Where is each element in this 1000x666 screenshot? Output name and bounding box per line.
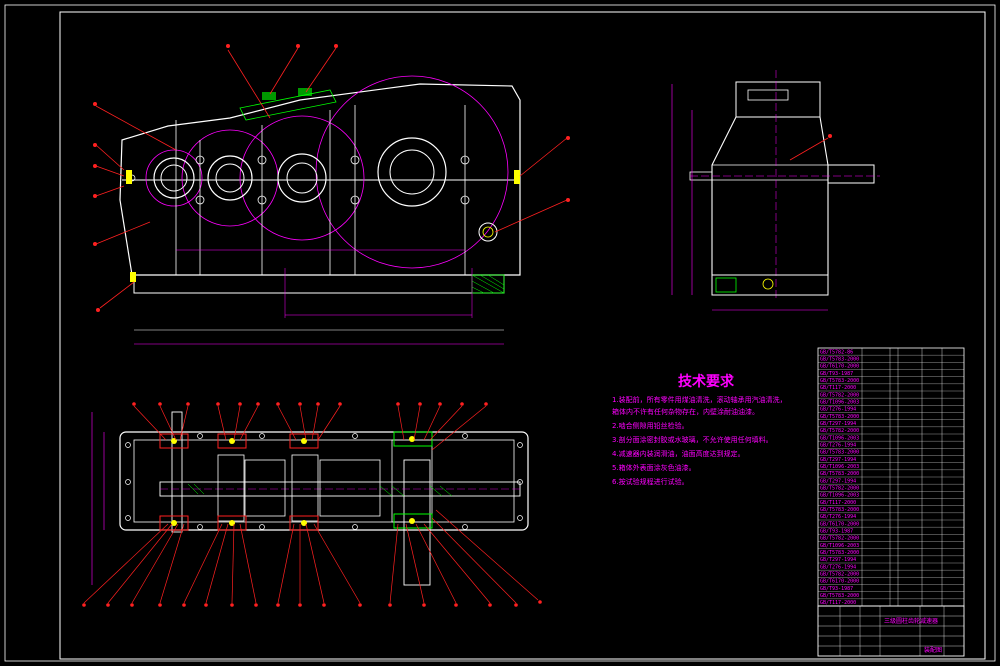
bom-row-code: GB/T5783-2000 (820, 357, 859, 363)
bom-row-code: GB/T5782-86 (820, 349, 853, 355)
bom-row-code: GB/T1096-2003 (820, 400, 859, 406)
tech-line: 4.减速器内装润滑油，油面高度达到规定。 (612, 449, 745, 458)
bom-row-code: GB/T6170-2000 (820, 364, 859, 370)
bom-row-code: GB/T5783-2000 (820, 450, 859, 456)
bom-row-code: GB/T5782-2000 (820, 486, 859, 492)
bom-row-code: GB/T1096-2003 (820, 543, 859, 549)
bom-row-code: GB/T297-1994 (820, 557, 856, 563)
tech-title: 技术要求 (678, 373, 735, 390)
side-view (671, 70, 880, 311)
top-view (82, 402, 542, 607)
tech-line: 2.啮合侧隙用铅丝检验。 (612, 421, 689, 430)
bom-row-code: GB/T276-1994 (820, 407, 856, 413)
title-block-drawing-no: 装配图 (924, 646, 942, 654)
bom-row-code: GB/T1096-2003 (820, 435, 859, 441)
bom-row-code: GB/T6170-2000 (820, 521, 859, 527)
tech-line: 1.装配前，所有零件用煤油清洗，滚动轴承用汽油清洗， (612, 395, 787, 404)
tech-line: 箱体内不许有任何杂物存在，内壁涂耐油油漆。 (612, 407, 759, 416)
bom-row-code: GB/T93-1987 (820, 586, 853, 592)
tech-requirements: 技术要求 1.装配前，所有零件用煤油清洗，滚动轴承用汽油清洗， 箱体内不许有任何… (612, 373, 787, 486)
bom-row-code: GB/T276-1994 (820, 564, 856, 570)
bom-row-code: GB/T5782-2000 (820, 536, 859, 542)
title-block-name: 三级圆柱齿轮减速器 (884, 617, 938, 625)
bom-row-code: GB/T117-2000 (820, 600, 856, 606)
bom-row-code: GB/T276-1994 (820, 443, 856, 449)
bom-row-code: GB/T5783-2000 (820, 593, 859, 599)
bom-row-code: GB/T1096-2003 (820, 464, 859, 470)
bom-row-code: GB/T5783-2000 (820, 507, 859, 513)
tech-line: 6.按试验规程进行试验。 (612, 477, 689, 486)
bom-row-code: GB/T117-2000 (820, 385, 856, 391)
bom-row-code: GB/T5782-2000 (820, 428, 859, 434)
bom-row-code: GB/T297-1994 (820, 457, 856, 463)
bom-row-code: GB/T5783-2000 (820, 378, 859, 384)
bom-row-code: GB/T276-1994 (820, 514, 856, 520)
bom-row-code: GB/T5782-2000 (820, 572, 859, 578)
bom-row-code: GB/T117-2000 (820, 500, 856, 506)
bom-row-code: GB/T5782-2000 (820, 392, 859, 398)
bom-row-code: GB/T93-1987 (820, 529, 853, 535)
bom-row-code: GB/T297-1994 (820, 478, 856, 484)
bom-row-code: GB/T5783-2000 (820, 471, 859, 477)
title-block: 三级圆柱齿轮减速器 装配图 (817, 605, 965, 657)
bom-row-code: GB/T6170-2000 (820, 579, 859, 585)
bom-table: GB/T5782-86GB/T5783-2000GB/T6170-2000GB/… (817, 347, 965, 607)
tech-line: 3.剖分面涂密封胶或水玻璃，不允许使用任何填料。 (612, 435, 773, 444)
bom-row-code: GB/T93-1987 (820, 371, 853, 377)
bom-row-code: GB/T1096-2003 (820, 493, 859, 499)
bom-row-code: GB/T5783-2000 (820, 550, 859, 556)
cad-drawing: 技术要求 1.装配前，所有零件用煤油清洗，滚动轴承用汽油清洗， 箱体内不许有任何… (4, 4, 996, 662)
bom-row-code: GB/T5783-2000 (820, 414, 859, 420)
tech-line: 5.箱体外表面涂灰色油漆。 (612, 463, 696, 472)
bom-row-code: GB/T297-1994 (820, 421, 856, 427)
front-view (93, 44, 570, 345)
